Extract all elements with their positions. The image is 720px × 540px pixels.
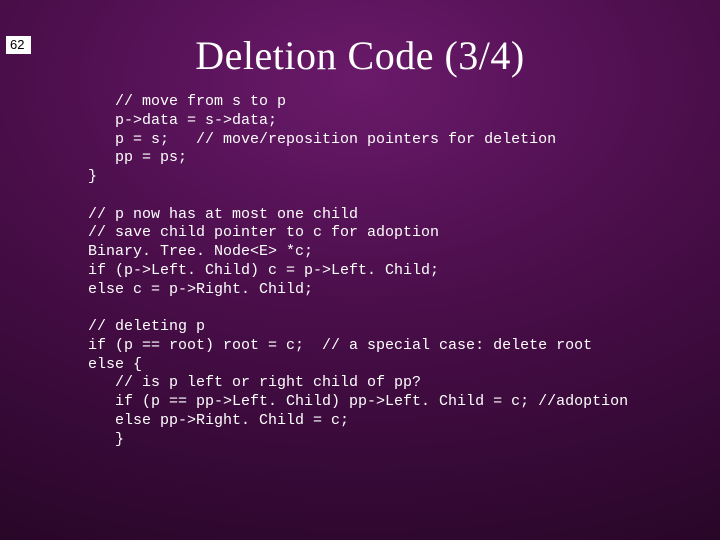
code-line: Binary. Tree. Node<E> *c; <box>88 243 313 260</box>
code-line: else c = p->Right. Child; <box>88 281 313 298</box>
slide-corner-number: 62 <box>6 36 31 54</box>
code-line: if (p->Left. Child) c = p->Left. Child; <box>88 262 439 279</box>
code-line: if (p == root) root = c; // a special ca… <box>88 337 592 354</box>
code-line: // move from s to p <box>88 93 286 110</box>
code-line: p = s; // move/reposition pointers for d… <box>88 131 556 148</box>
code-line: pp = ps; <box>88 149 187 166</box>
code-line: // p now has at most one child <box>88 206 358 223</box>
code-block-1: // move from s to p p->data = s->data; p… <box>88 93 690 449</box>
code-line: } <box>88 168 97 185</box>
code-line: // save child pointer to c for adoption <box>88 224 439 241</box>
code-line: // is p left or right child of pp? <box>88 374 421 391</box>
code-line: if (p == pp->Left. Child) pp->Left. Chil… <box>88 393 628 410</box>
slide-title: Deletion Code (3/4) <box>0 32 720 79</box>
code-line: p->data = s->data; <box>88 112 277 129</box>
code-line: } <box>88 431 124 448</box>
code-line: // deleting p <box>88 318 205 335</box>
code-line: else pp->Right. Child = c; <box>88 412 349 429</box>
code-line: else { <box>88 356 142 373</box>
